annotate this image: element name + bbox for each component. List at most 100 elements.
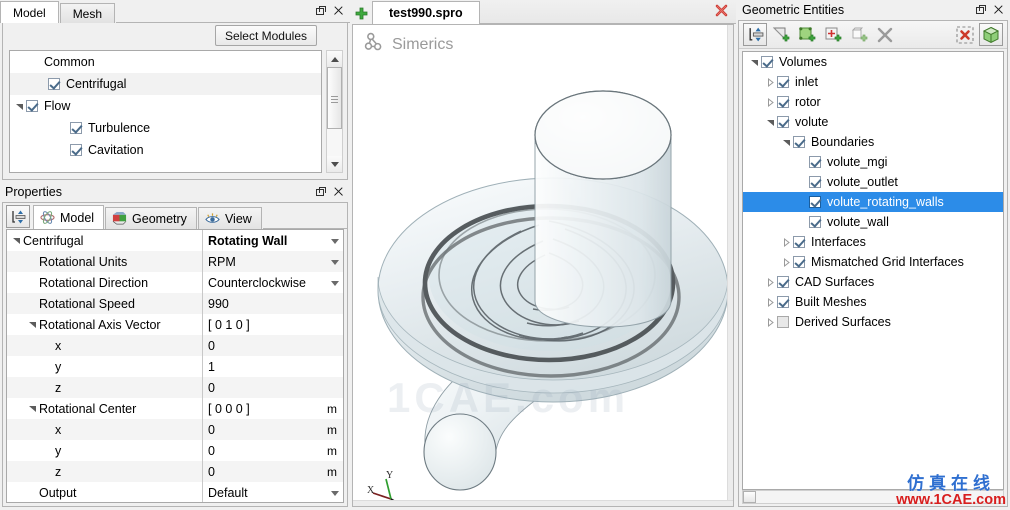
checkbox-checked[interactable] (793, 256, 805, 268)
expand-arrow-closed-icon[interactable] (765, 77, 775, 87)
checkbox-checked[interactable] (809, 176, 821, 188)
model-tree-scrollbar[interactable] (326, 50, 343, 173)
geo-tree-item-derived-surfaces[interactable]: Derived Surfaces (743, 312, 1003, 332)
property-row[interactable]: Centrifugal Rotating Wall (7, 230, 343, 251)
expand-arrow-open-icon[interactable] (11, 236, 21, 245)
geo-tree-item-volute_wall[interactable]: volute_wall (743, 212, 1003, 232)
scroll-thumb[interactable] (327, 67, 342, 129)
property-value-cell[interactable]: 990 (203, 293, 343, 314)
chevron-down-icon[interactable] (331, 238, 339, 244)
property-value-cell[interactable]: [ 0 1 0 ] (203, 314, 343, 335)
add-volume-icon[interactable] (795, 23, 819, 46)
property-row[interactable]: y0m (7, 440, 343, 461)
property-row[interactable]: Rotational Center [ 0 0 0 ] m (7, 398, 343, 419)
property-value-cell[interactable]: RPM (203, 251, 343, 272)
checkbox-unchecked[interactable] (777, 316, 789, 328)
geo-tree-item-volute_outlet[interactable]: volute_outlet (743, 172, 1003, 192)
select-modules-button[interactable]: Select Modules (214, 25, 317, 46)
expand-arrow-open-icon[interactable] (781, 138, 791, 147)
checkbox-checked[interactable] (48, 78, 60, 90)
expand-arrow-closed-icon[interactable] (765, 277, 775, 287)
model-tree-item-flow[interactable]: Flow (10, 95, 321, 117)
geo-tree-item-mismatched-grid-interfaces[interactable]: Mismatched Grid Interfaces (743, 252, 1003, 272)
checkbox-checked[interactable] (777, 96, 789, 108)
scroll-down-button[interactable] (327, 156, 342, 172)
chevron-down-icon[interactable] (331, 259, 339, 265)
3d-viewport[interactable]: Simerics X Y (352, 24, 734, 507)
model-module-tree[interactable]: Common Centrifugal Flow Turbulence Cavitatio… (9, 50, 322, 173)
property-row[interactable]: y1 (7, 356, 343, 377)
property-value-cell[interactable]: Counterclockwise (203, 272, 343, 293)
tab-mesh[interactable]: Mesh (59, 3, 116, 23)
properties-tab-view[interactable]: View (197, 207, 262, 229)
expand-arrow-closed-icon[interactable] (781, 257, 791, 267)
scroll-up-button[interactable] (327, 51, 342, 67)
copy-entity-icon[interactable] (847, 23, 871, 46)
property-row[interactable]: x0 (7, 335, 343, 356)
close-red-icon[interactable] (715, 4, 728, 20)
geo-tree-item-volute_mgi[interactable]: volute_mgi (743, 152, 1003, 172)
geo-tree-item-inlet[interactable]: inlet (743, 72, 1003, 92)
properties-tab-model[interactable]: Model (33, 205, 105, 229)
select-none-icon[interactable] (953, 23, 977, 46)
geo-tree-item-cad-surfaces[interactable]: CAD Surfaces (743, 272, 1003, 292)
model-tree-item-common[interactable]: Common (10, 51, 321, 73)
document-tab-test990[interactable]: test990.spro (372, 1, 480, 24)
property-row[interactable]: Rotational Speed 990 (7, 293, 343, 314)
checkbox-checked[interactable] (70, 122, 82, 134)
checkbox-checked[interactable] (777, 276, 789, 288)
property-row[interactable]: Output Default (7, 482, 343, 502)
expand-arrow-open-icon[interactable] (27, 404, 37, 413)
property-value-cell[interactable]: Default (203, 482, 343, 502)
restore-icon[interactable] (315, 5, 326, 16)
add-surface-icon[interactable] (769, 23, 793, 46)
checkbox-checked[interactable] (26, 100, 38, 112)
property-row[interactable]: Rotational Direction Counterclockwise (7, 272, 343, 293)
properties-grid[interactable]: Centrifugal Rotating Wall Rotational Units… (6, 229, 344, 503)
checkbox-checked[interactable] (793, 136, 805, 148)
checkbox-checked[interactable] (809, 216, 821, 228)
checkbox-checked[interactable] (777, 116, 789, 128)
model-tree-item-turbulence[interactable]: Turbulence (10, 117, 321, 139)
checkbox-checked[interactable] (70, 144, 82, 156)
expand-arrow-open-icon[interactable] (765, 118, 775, 127)
expand-arrow-open-icon[interactable] (749, 58, 759, 67)
geo-tree-item-volute_rotating_walls[interactable]: volute_rotating_walls (743, 192, 1003, 212)
property-row[interactable]: z0 (7, 377, 343, 398)
expand-arrow-open-icon[interactable] (14, 102, 24, 111)
geo-tree-item-interfaces[interactable]: Interfaces (743, 232, 1003, 252)
checkbox-checked[interactable] (761, 56, 773, 68)
property-value-cell[interactable]: 0 (203, 377, 343, 398)
property-value-cell[interactable]: Rotating Wall (203, 230, 343, 251)
checkbox-checked[interactable] (809, 156, 821, 168)
checkbox-checked[interactable] (793, 236, 805, 248)
geo-tree-item-volute[interactable]: volute (743, 112, 1003, 132)
property-value-cell[interactable]: [ 0 0 0 ] m (203, 398, 343, 419)
expand-arrow-open-icon[interactable] (27, 320, 37, 329)
hscroll-thumb[interactable] (743, 491, 756, 503)
expand-arrow-closed-icon[interactable] (765, 317, 775, 327)
geo-tree-hscrollbar[interactable] (742, 490, 1004, 504)
chevron-down-icon[interactable] (331, 280, 339, 286)
plus-icon[interactable] (350, 2, 372, 24)
model-tree-item-centrifugal[interactable]: Centrifugal (10, 73, 321, 95)
property-row[interactable]: x0m (7, 419, 343, 440)
checkbox-checked[interactable] (777, 296, 789, 308)
expand-arrow-closed-icon[interactable] (765, 97, 775, 107)
checkbox-checked[interactable] (809, 196, 821, 208)
properties-tab-geometry[interactable]: Geometry (105, 207, 197, 229)
chevron-down-icon[interactable] (331, 490, 339, 496)
model-tree-item-cavitation[interactable]: Cavitation (10, 139, 321, 161)
show-solid-icon[interactable] (979, 23, 1003, 46)
property-value-cell[interactable]: 0m (203, 440, 343, 461)
geo-tree-item-built-meshes[interactable]: Built Meshes (743, 292, 1003, 312)
close-icon[interactable] (333, 186, 344, 197)
expand-arrow-closed-icon[interactable] (781, 237, 791, 247)
geometric-entities-tree[interactable]: Volumes inlet rotor volute Boundaries volute_… (742, 51, 1004, 490)
property-row[interactable]: Rotational Axis Vector [ 0 1 0 ] (7, 314, 343, 335)
geo-tree-item-volumes[interactable]: Volumes (743, 52, 1003, 72)
property-value-cell[interactable]: 0 (203, 335, 343, 356)
property-value-cell[interactable]: 1 (203, 356, 343, 377)
dock-pin-icon[interactable] (6, 205, 30, 228)
dock-pin-icon[interactable] (743, 23, 767, 46)
